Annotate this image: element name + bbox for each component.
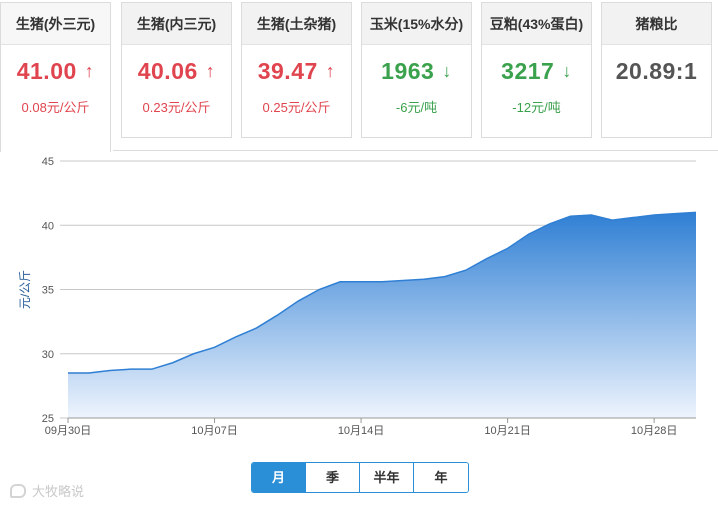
x-tick-label: 10月28日 xyxy=(631,425,677,437)
card-price-row: 20.89:1 xyxy=(602,45,711,97)
x-tick-label: 10月07日 xyxy=(191,425,237,437)
y-tick-label: 40 xyxy=(42,220,54,232)
card-price: 41.00 xyxy=(16,57,77,84)
x-tick-label: 10月14日 xyxy=(338,425,384,437)
card-price: 20.89:1 xyxy=(615,57,698,84)
card-soymeal[interactable]: 豆粕(43%蛋白) 3217 ↓ -12元/吨 xyxy=(481,2,592,138)
arrow-down-icon: ↓ xyxy=(442,60,452,81)
x-tick-label: 09月30日 xyxy=(45,425,91,437)
watermark: 大牧略说 xyxy=(10,481,84,500)
card-change: 0.08元/公斤 xyxy=(21,100,90,115)
y-tick-label: 35 xyxy=(42,285,54,297)
price-cards: 生猪(外三元) 41.00 ↑ 0.08元/公斤 生猪(内三元) 40.06 ↑… xyxy=(0,0,718,152)
wechat-logo-icon xyxy=(10,483,26,498)
card-change: 0.23元/公斤 xyxy=(142,100,211,115)
card-price: 3217 xyxy=(501,57,555,84)
card-pig-domestic[interactable]: 生猪(内三元) 40.06 ↑ 0.23元/公斤 xyxy=(121,2,232,138)
watermark-text: 大牧略说 xyxy=(32,484,85,499)
chart-panel: 25 30 35 40 45 09月30日 10月07日 10月14日 10月21日 10月28日… xyxy=(0,150,718,505)
y-tick-label: 25 xyxy=(42,413,54,425)
card-price-row: 41.00 ↑ xyxy=(1,45,110,97)
card-price: 40.06 xyxy=(137,57,198,84)
card-change: -6元/吨 xyxy=(395,100,438,115)
card-title: 猪粮比 xyxy=(602,3,711,45)
x-tick-label: 10月21日 xyxy=(484,425,530,437)
y-tick-label: 30 xyxy=(42,349,54,361)
arrow-up-icon: ↑ xyxy=(84,60,95,81)
card-change: 0.25元/公斤 xyxy=(262,100,331,115)
tab-quarter[interactable]: 季 xyxy=(306,463,360,492)
card-price-row: 40.06 ↑ xyxy=(122,45,231,97)
y-tick-label: 45 xyxy=(42,156,54,168)
card-title: 玉米(15%水分) xyxy=(362,3,471,45)
card-price-row: 1963 ↓ xyxy=(362,45,471,97)
card-price-row: 39.47 ↑ xyxy=(242,45,351,97)
card-price: 1963 xyxy=(381,57,435,84)
card-title: 生猪(外三元) xyxy=(1,3,110,45)
tab-year[interactable]: 年 xyxy=(414,463,468,492)
y-axis-label: 元/公斤 xyxy=(18,270,32,309)
arrow-up-icon: ↑ xyxy=(205,60,216,81)
card-price: 39.47 xyxy=(257,57,318,84)
tab-month[interactable]: 月 xyxy=(252,463,306,492)
card-pig-grain-ratio[interactable]: 猪粮比 20.89:1 xyxy=(601,2,712,138)
card-pig-foreign[interactable]: 生猪(外三元) 41.00 ↑ 0.08元/公斤 xyxy=(0,2,111,152)
card-title: 豆粕(43%蛋白) xyxy=(482,3,591,45)
card-pig-local[interactable]: 生猪(土杂猪) 39.47 ↑ 0.25元/公斤 xyxy=(241,2,352,138)
price-chart[interactable]: 25 30 35 40 45 09月30日 10月07日 10月14日 10月21日 10月28日… xyxy=(0,150,718,505)
range-tabs: 月 季 半年 年 xyxy=(251,462,469,493)
series-area xyxy=(68,212,696,418)
card-title: 生猪(土杂猪) xyxy=(242,3,351,45)
chart-top-border xyxy=(113,150,718,151)
tab-half-year[interactable]: 半年 xyxy=(360,463,414,492)
card-corn[interactable]: 玉米(15%水分) 1963 ↓ -6元/吨 xyxy=(361,2,472,138)
card-title: 生猪(内三元) xyxy=(122,3,231,45)
arrow-up-icon: ↑ xyxy=(325,60,336,81)
card-change: -12元/吨 xyxy=(512,100,561,115)
arrow-down-icon: ↓ xyxy=(562,60,572,81)
card-price-row: 3217 ↓ xyxy=(482,45,591,97)
